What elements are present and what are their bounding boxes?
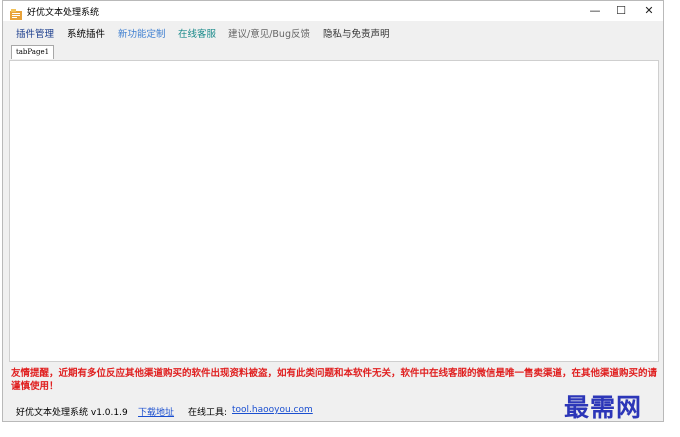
tab-strip: tabPage1 (3, 43, 663, 60)
menu-feedback[interactable]: 建议/意见/Bug反馈 (228, 26, 310, 40)
minimize-button[interactable]: — (581, 1, 609, 21)
tab-content-area (9, 60, 659, 362)
maximize-button[interactable]: ☐ (607, 1, 635, 21)
menu-plugin-management[interactable]: 插件管理 (16, 26, 54, 40)
close-button[interactable]: ✕ (635, 1, 663, 21)
download-link[interactable]: 下载地址 (138, 405, 174, 418)
menu-system-plugins[interactable]: 系统插件 (67, 26, 105, 40)
menu-new-feature-custom[interactable]: 新功能定制 (118, 26, 166, 40)
version-label: 好优文本处理系统 v1.0.1.9 (16, 408, 128, 418)
title-bar[interactable]: 好优文本处理系统 — ☐ ✕ (3, 1, 663, 21)
app-icon (10, 5, 22, 20)
menu-online-support[interactable]: 在线客服 (178, 26, 216, 40)
online-tools-link[interactable]: tool.haooyou.com (232, 405, 313, 415)
online-tools-label: 在线工具: (188, 408, 228, 418)
menu-privacy-disclaimer[interactable]: 隐私与免责声明 (323, 26, 390, 40)
tab-page-1[interactable]: tabPage1 (11, 45, 54, 59)
app-window: 好优文本处理系统 — ☐ ✕ 插件管理 系统插件 新功能定制 在线客服 建议/意… (2, 0, 664, 422)
window-title: 好优文本处理系统 (27, 8, 100, 18)
watermark-logo: 最需网 (564, 393, 643, 422)
menu-bar: 插件管理 系统插件 新功能定制 在线客服 建议/意见/Bug反馈 隐私与免责声明 (3, 21, 663, 43)
